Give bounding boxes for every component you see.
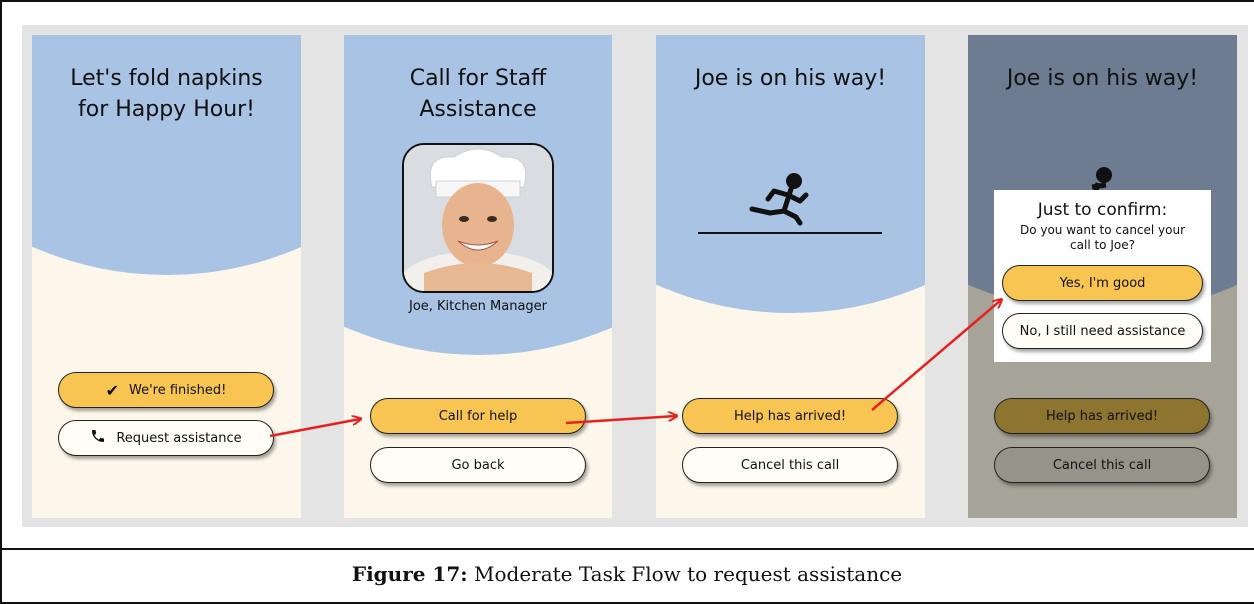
flow-arrows	[269, 0, 1254, 438]
flow-arrow	[871, 300, 1001, 411]
flow-arrow	[565, 416, 676, 425]
figure-caption: Figure 17: Moderate Task Flow to request…	[351, 562, 903, 586]
flow-arrow	[269, 419, 360, 438]
caption-divider	[0, 548, 1254, 550]
